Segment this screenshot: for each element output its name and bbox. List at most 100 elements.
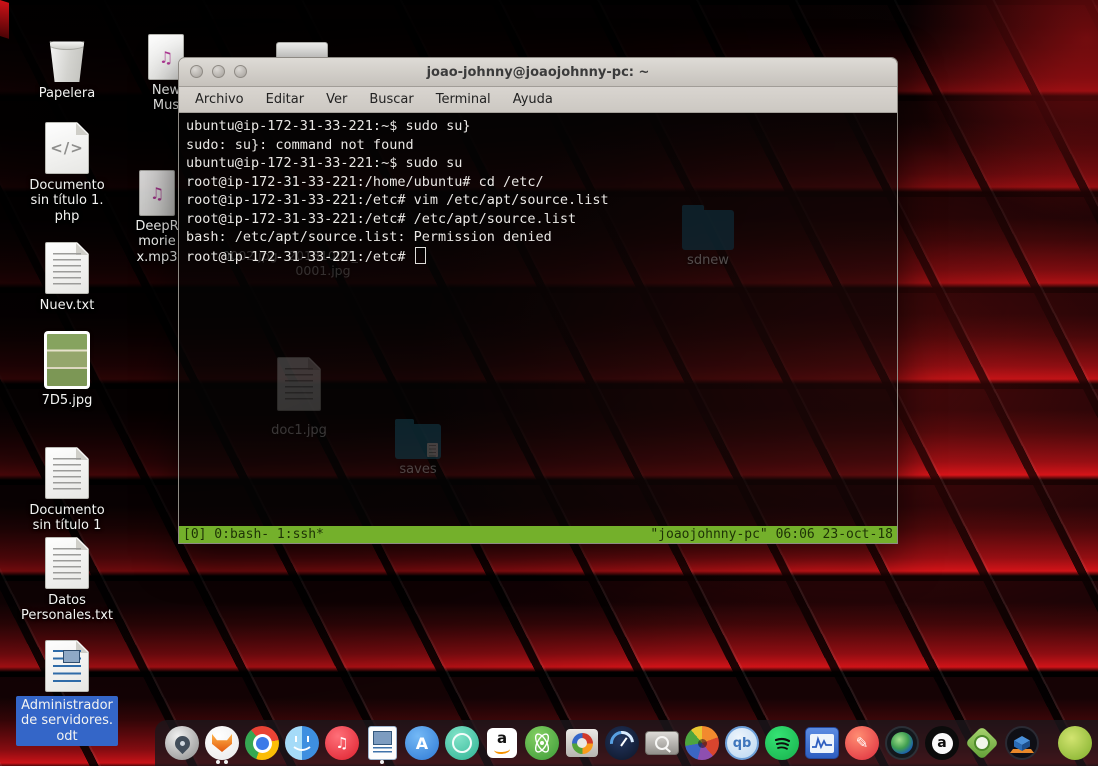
minimize-button[interactable] <box>212 65 225 78</box>
dock-item-atom[interactable] <box>525 724 559 762</box>
terminal-prompt-line: root@ip-172-31-33-221:/etc# <box>186 246 890 267</box>
dock-item-qbittorrent[interactable]: qb <box>725 724 759 762</box>
atom-icon <box>525 726 559 760</box>
menu-archivo[interactable]: Archivo <box>184 92 255 107</box>
desktop-icon-label: Documento sin título 1. php <box>29 178 105 224</box>
trash-rim <box>49 41 85 50</box>
menu-terminal[interactable]: Terminal <box>425 92 502 107</box>
image-thumbnail-icon <box>44 331 90 389</box>
launchpad-icon <box>165 726 199 760</box>
dock-item-libreoffice-writer[interactable] <box>365 724 399 764</box>
terminal-output[interactable]: ubuntu@ip-172-31-33-221:~$ sudo su} sudo… <box>179 113 897 526</box>
pencil-icon: ✎ <box>845 726 879 760</box>
desktop-icon-nuev-txt[interactable]: Nuev.txt <box>0 242 134 313</box>
badge-ring <box>452 733 472 753</box>
desktop-icon-label: Datos Personales.txt <box>20 593 114 624</box>
window-title: joao-johnny@joaojohnny-pc: ~ <box>426 64 650 80</box>
desktop-icon-datos-personales[interactable]: Datos Personales.txt <box>0 537 134 624</box>
odt-file-icon <box>45 640 89 692</box>
dock-item-finder[interactable] <box>285 724 319 762</box>
dock-item-globe-lens[interactable] <box>885 724 919 762</box>
dock-item-amazon[interactable]: a <box>485 724 519 762</box>
desktop-icon-label: Documento sin título 1 <box>29 503 105 534</box>
dock-item-launchpad[interactable] <box>165 724 199 762</box>
menu-ayuda[interactable]: Ayuda <box>502 92 564 107</box>
terminal-prompt: root@ip-172-31-33-221:/etc# <box>186 248 414 265</box>
desktop-icon-label: Nuev.txt <box>39 298 95 313</box>
terminal-line: root@ip-172-31-33-221:/home/ubuntu# cd /… <box>186 173 544 190</box>
dock-item-fox-launcher[interactable] <box>205 724 239 764</box>
spotify-icon <box>765 726 799 760</box>
amazon-smile <box>493 744 511 755</box>
disk-sync-icon <box>566 729 598 757</box>
dock-item-app-store[interactable]: A <box>405 724 439 762</box>
globe-icon <box>885 726 919 760</box>
dock-item-teal-badge[interactable] <box>445 724 479 762</box>
desktop-icon-trash[interactable]: Papelera <box>0 38 134 101</box>
desktop: Papelera </> Documento sin título 1. php… <box>0 0 1098 766</box>
desktop-icon-7d5-jpg[interactable]: 7D5.jpg <box>0 331 134 408</box>
chrome-icon <box>245 726 279 760</box>
pie-chart-icon <box>685 726 719 760</box>
a-letter: a <box>931 732 953 754</box>
terminal-titlebar[interactable]: joao-johnny@joaojohnny-pc: ~ <box>179 58 897 87</box>
document-photo <box>372 731 392 745</box>
dock-item-music[interactable]: ♫ <box>325 724 359 762</box>
menu-ver[interactable]: Ver <box>315 92 358 107</box>
pencil-glyph: ✎ <box>855 734 869 752</box>
music-note-glyph: ♫ <box>149 183 165 203</box>
desktop-icon-documento[interactable]: Documento sin título 1 <box>0 447 134 534</box>
teal-badge-icon <box>445 726 479 760</box>
dock-item-hard-drive[interactable] <box>645 724 679 762</box>
desktop-icon-label: 7D5.jpg <box>41 393 93 408</box>
running-indicator <box>365 760 399 764</box>
dock-item-cube-prism[interactable] <box>1005 724 1039 762</box>
image-preview <box>47 334 87 386</box>
desktop-icon-label-selected: Administrador de servidores. odt <box>16 696 118 746</box>
dock-item-gauge[interactable] <box>605 724 639 762</box>
dock-item-edge-partial[interactable] <box>1045 724 1092 762</box>
dock-item-text-editor[interactable]: ✎ <box>845 724 879 762</box>
green-diamond-icon <box>965 726 999 760</box>
maximize-button[interactable] <box>234 65 247 78</box>
rocket-icon <box>171 732 193 754</box>
desktop-icon-administrador-odt[interactable]: Administrador de servidores. odt <box>0 640 134 746</box>
terminal-line: sudo: su}: command not found <box>186 136 414 153</box>
terminal-line: root@ip-172-31-33-221:/etc# vim /etc/apt… <box>186 192 609 208</box>
wallpaper-red-streak <box>0 0 9 39</box>
cube-prism-icon <box>1005 726 1039 760</box>
qb-letters: qb <box>732 735 752 751</box>
cube-graphic <box>1010 736 1034 753</box>
hard-drive-icon <box>645 731 679 755</box>
amazon-icon: a <box>487 728 517 758</box>
desktop-icon-label: Papelera <box>38 86 96 101</box>
dock-item-pie-chart[interactable] <box>685 724 719 762</box>
dock: ♫ A a qb ✎ a <box>155 720 1098 766</box>
terminal-cursor <box>414 246 426 264</box>
system-monitor-icon <box>805 727 839 759</box>
close-button[interactable] <box>190 65 203 78</box>
dock-item-chrome[interactable] <box>245 724 279 762</box>
dock-item-system-monitor[interactable] <box>805 724 839 762</box>
spotify-waves <box>774 737 791 750</box>
terminal-line: ubuntu@ip-172-31-33-221:~$ sudo su} <box>186 118 471 134</box>
terminal-window: joao-johnny@joaojohnny-pc: ~ Archivo Edi… <box>178 57 898 544</box>
terminal-line: bash: /etc/apt/source.list: Permission d… <box>186 229 552 245</box>
terminal-line: root@ip-172-31-33-221:/etc# /etc/apt/sou… <box>186 210 577 227</box>
gauge-icon <box>605 726 639 760</box>
music-note-glyph: ♫ <box>158 47 174 67</box>
text-file-icon <box>45 537 89 589</box>
app-store-icon: A <box>405 726 439 760</box>
dock-item-green-diamond[interactable] <box>965 724 999 762</box>
menu-buscar[interactable]: Buscar <box>358 92 424 107</box>
code-glyph: </> <box>50 139 84 157</box>
tmux-windows: [0] 0:bash- 1:ssh* <box>183 527 324 542</box>
desktop-icon-php-file[interactable]: </> Documento sin título 1. php <box>0 122 134 224</box>
finder-icon <box>285 726 319 760</box>
terminal-menubar: Archivo Editar Ver Buscar Terminal Ayuda <box>179 87 897 113</box>
dock-item-disk-sync[interactable] <box>565 724 599 762</box>
text-file-icon <box>45 447 89 499</box>
dock-item-amazon-a[interactable]: a <box>925 724 959 762</box>
menu-editar[interactable]: Editar <box>255 92 316 107</box>
dock-item-spotify[interactable] <box>765 724 799 762</box>
